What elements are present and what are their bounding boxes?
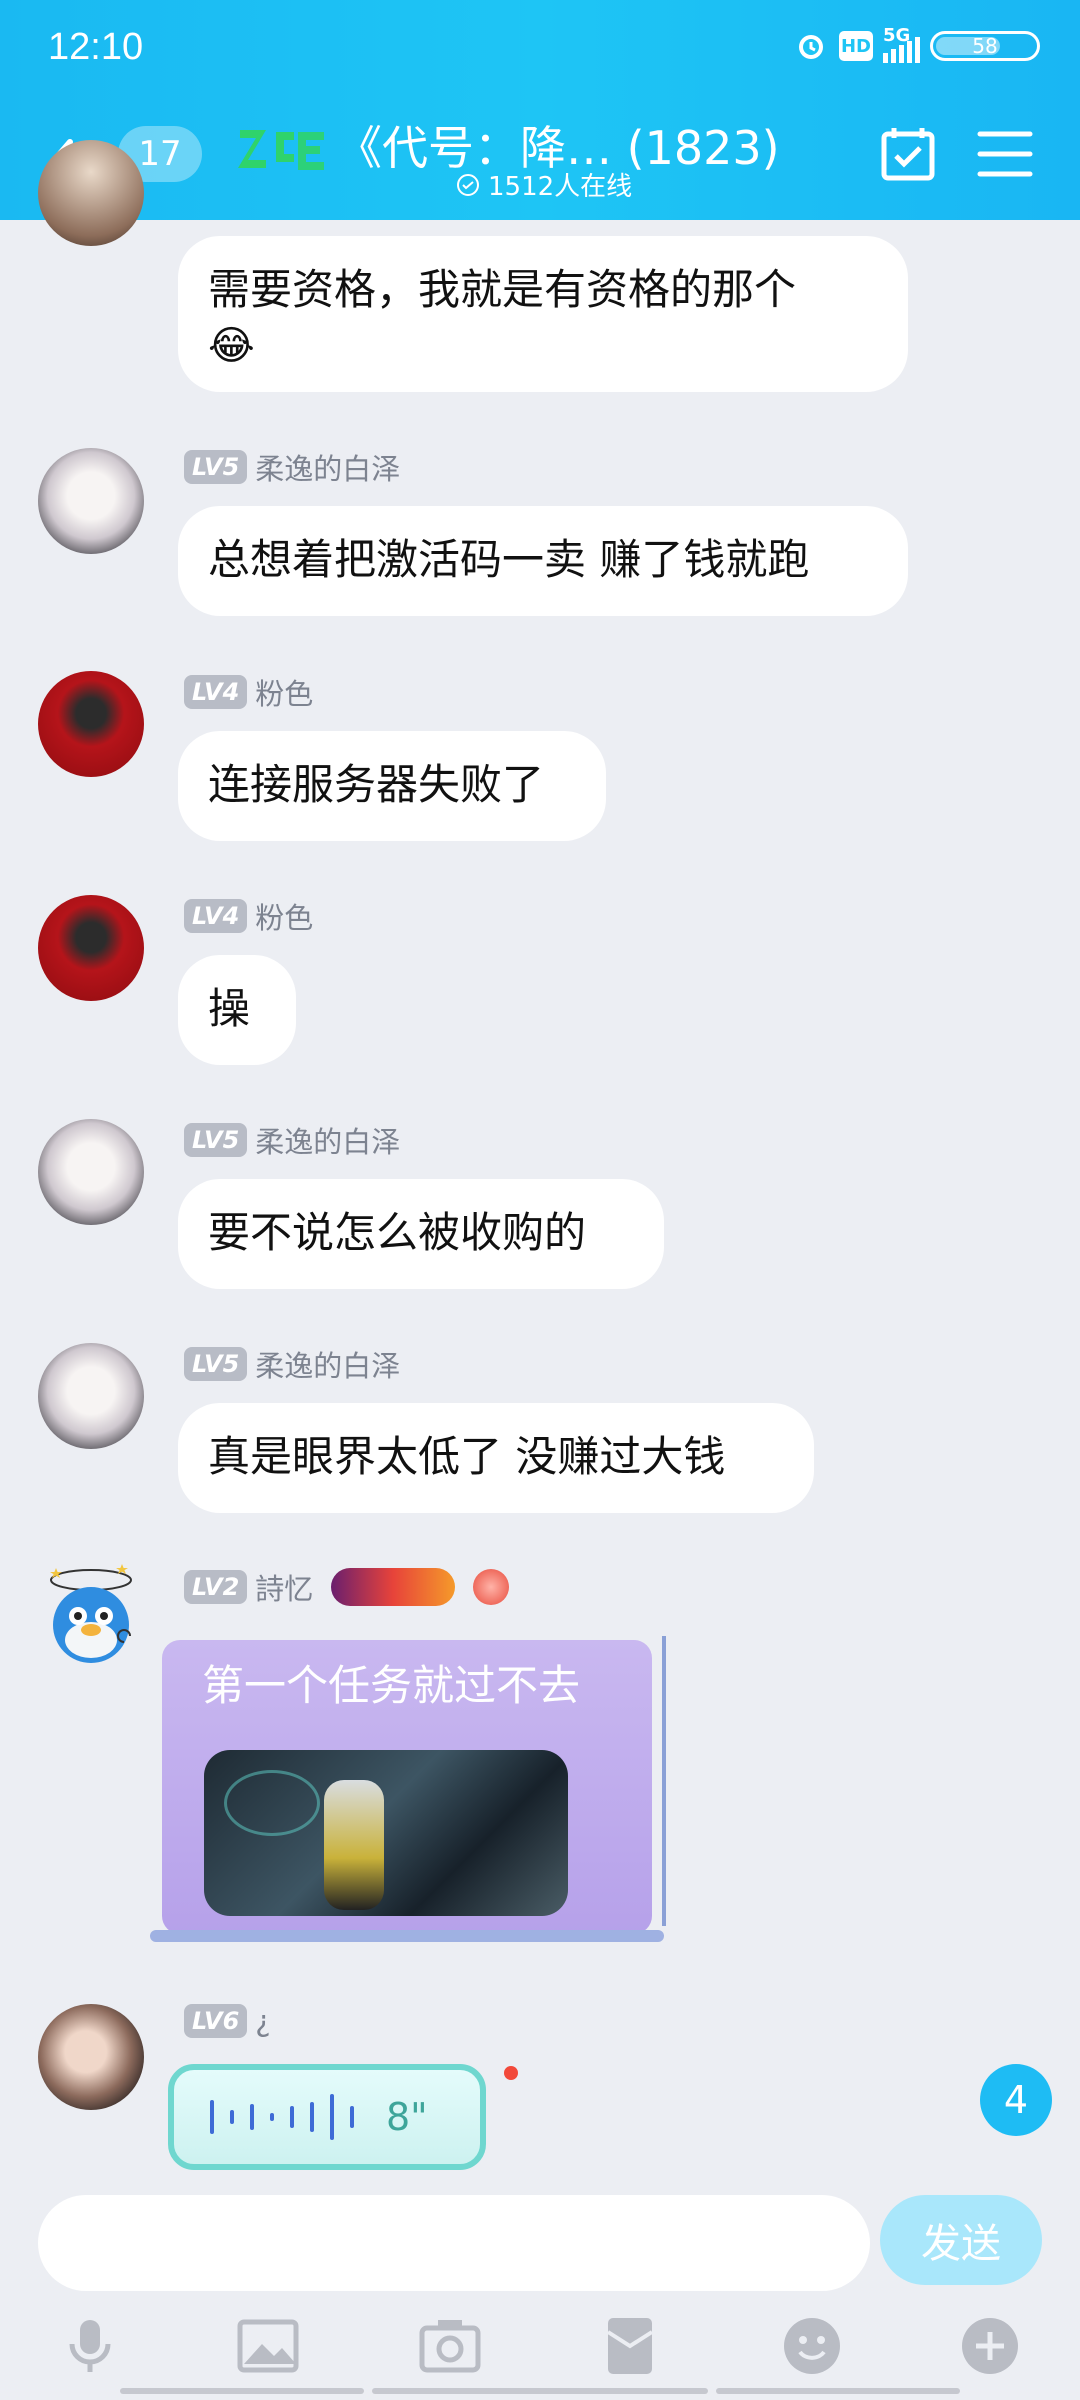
group-logo-icon bbox=[238, 130, 324, 170]
signal-icon: 5G bbox=[883, 25, 920, 63]
home-indicator-left bbox=[120, 2388, 364, 2394]
calendar-check-icon[interactable] bbox=[880, 126, 936, 182]
laughing-emoji: 😂 bbox=[208, 323, 255, 369]
voice-duration: 8" bbox=[386, 2095, 428, 2139]
title-badge-emblem bbox=[473, 1569, 510, 1605]
sender-name[interactable]: 柔逸的白泽 bbox=[255, 1343, 400, 1385]
message-bubble[interactable]: 需要资格，我就是有资格的那个 😂 bbox=[178, 236, 908, 392]
message-bubble[interactable]: 操 bbox=[178, 955, 296, 1065]
avatar[interactable] bbox=[38, 671, 144, 777]
new-message-count-badge[interactable]: 4 bbox=[980, 2064, 1052, 2136]
level-badge: LV4 bbox=[184, 675, 248, 709]
sender-name[interactable]: 粉色 bbox=[255, 671, 313, 713]
network-type: 5G bbox=[883, 25, 911, 46]
image-icon[interactable] bbox=[236, 2314, 300, 2378]
sender-name[interactable]: 粉色 bbox=[255, 895, 313, 937]
game-screenshot-image[interactable] bbox=[204, 1750, 568, 1916]
image-message-bubble[interactable]: 第一个任务就过不去 bbox=[150, 1636, 666, 1942]
message-text: 要不说怎么被收购的 bbox=[208, 1208, 587, 1257]
sender-name[interactable]: 柔逸的白泽 bbox=[255, 446, 400, 488]
avatar[interactable] bbox=[38, 1343, 144, 1449]
message-bubble[interactable]: 真是眼界太低了 没赚过大钱 bbox=[178, 1403, 814, 1513]
menu-icon[interactable] bbox=[976, 128, 1034, 180]
hd-icon: HD bbox=[839, 31, 873, 61]
online-status: 1512人在线 bbox=[456, 166, 632, 203]
sender-meta: LV4 粉色 bbox=[184, 671, 313, 713]
message-input[interactable] bbox=[38, 2195, 870, 2291]
avatar[interactable] bbox=[38, 1560, 144, 1666]
sender-name[interactable]: ¿ bbox=[255, 2004, 270, 2038]
plus-icon[interactable] bbox=[958, 2314, 1022, 2378]
avatar[interactable] bbox=[38, 895, 144, 1001]
home-indicator-center bbox=[372, 2388, 708, 2394]
online-check-icon bbox=[457, 173, 479, 196]
avatar[interactable] bbox=[38, 140, 144, 246]
status-bar: 12:10 HD 5G 58 bbox=[0, 0, 1080, 100]
bubble-frame-base bbox=[150, 1930, 664, 1942]
message-text: 操 bbox=[208, 984, 251, 1033]
message-text: 总想着把激活码一卖 赚了钱就跑 bbox=[208, 535, 810, 584]
online-count: 1512人在线 bbox=[488, 172, 633, 202]
message-bubble[interactable]: 总想着把激活码一卖 赚了钱就跑 bbox=[178, 506, 908, 616]
message-text: 连接服务器失败了 bbox=[208, 760, 545, 809]
bubble-frame-decoration bbox=[662, 1636, 666, 1926]
message-bubble[interactable]: 要不说怎么被收购的 bbox=[178, 1179, 664, 1289]
home-indicator-right bbox=[716, 2388, 960, 2394]
level-badge: LV2 bbox=[184, 1570, 248, 1604]
voice-message-bubble[interactable]: 8" bbox=[168, 2064, 486, 2170]
level-badge: LV5 bbox=[184, 1347, 248, 1381]
avatar[interactable] bbox=[38, 1119, 144, 1225]
avatar[interactable] bbox=[38, 448, 144, 554]
sender-meta: LV5 柔逸的白泽 bbox=[184, 1343, 400, 1385]
level-badge: LV5 bbox=[184, 450, 248, 484]
message-bubble[interactable]: 连接服务器失败了 bbox=[178, 731, 606, 841]
nav-bar: 17 《代号：降… (1823) 1512人在线 bbox=[0, 110, 1080, 220]
unplayed-dot bbox=[504, 2066, 518, 2080]
input-toolbar bbox=[0, 2300, 1080, 2390]
red-packet-icon[interactable] bbox=[598, 2314, 662, 2378]
status-icons: HD 5G 58 bbox=[793, 25, 1040, 64]
sender-meta: LV4 粉色 bbox=[184, 895, 313, 937]
message-text: 需要资格，我就是有资格的那个 bbox=[208, 265, 797, 314]
camera-icon[interactable] bbox=[418, 2314, 482, 2378]
sender-meta: LV2 詩忆 bbox=[184, 1566, 510, 1608]
voice-waveform-icon bbox=[210, 2094, 354, 2140]
sender-name[interactable]: 詩忆 bbox=[255, 1566, 313, 1608]
emoji-icon[interactable] bbox=[780, 2314, 844, 2378]
title-badge-tiger bbox=[331, 1568, 456, 1606]
sender-meta: LV5 柔逸的白泽 bbox=[184, 1119, 400, 1161]
sender-name[interactable]: 柔逸的白泽 bbox=[255, 1119, 400, 1161]
sender-meta: LV5 柔逸的白泽 bbox=[184, 446, 400, 488]
message-text: 真是眼界太低了 没赚过大钱 bbox=[208, 1432, 726, 1481]
top-header: 12:10 HD 5G 58 17 《代号：降… (1823) 1512人在线 bbox=[0, 0, 1080, 220]
send-button[interactable]: 发送 bbox=[880, 2195, 1042, 2285]
battery-icon: 58 bbox=[930, 31, 1040, 61]
alarm-icon bbox=[799, 35, 823, 59]
level-badge: LV5 bbox=[184, 1123, 248, 1157]
avatar[interactable] bbox=[38, 2004, 144, 2110]
sender-meta: LV6 ¿ bbox=[184, 2004, 271, 2038]
microphone-icon[interactable] bbox=[58, 2314, 122, 2378]
status-time: 12:10 bbox=[48, 26, 144, 68]
level-badge: LV4 bbox=[184, 899, 248, 933]
battery-level: 58 bbox=[972, 34, 998, 58]
level-badge: LV6 bbox=[184, 2004, 248, 2038]
message-text: 第一个任务就过不去 bbox=[202, 1661, 581, 1710]
